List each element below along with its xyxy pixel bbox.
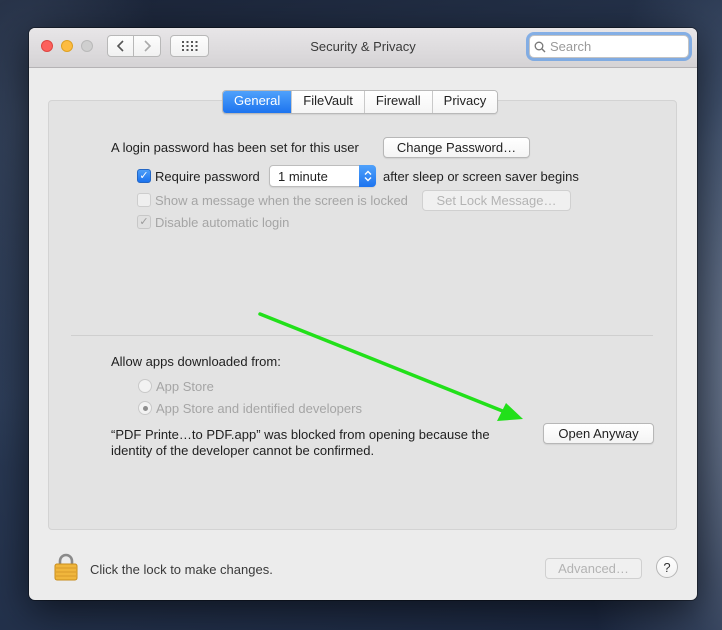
search-icon bbox=[534, 41, 546, 52]
show-message-checkbox[interactable] bbox=[137, 193, 151, 207]
show-message-label: Show a message when the screen is locked bbox=[155, 193, 408, 208]
tab-bar: General FileVault Firewall Privacy bbox=[222, 90, 499, 114]
search-field[interactable] bbox=[529, 35, 689, 58]
disable-auto-login-label: Disable automatic login bbox=[155, 215, 290, 230]
require-password-label: Require password bbox=[155, 169, 260, 184]
blocked-app-message-line1: “PDF Printe…to PDF.app” was blocked from… bbox=[111, 427, 490, 442]
interval-value: 1 minute bbox=[278, 169, 328, 184]
after-sleep-text: after sleep or screen saver begins bbox=[383, 169, 579, 184]
set-lock-message-button[interactable]: Set Lock Message… bbox=[422, 190, 571, 211]
lock-button[interactable] bbox=[54, 553, 78, 584]
allow-apps-heading: Allow apps downloaded from: bbox=[111, 354, 281, 369]
tab-privacy[interactable]: Privacy bbox=[431, 91, 498, 113]
preferences-window: Security & Privacy General FileVault Fir… bbox=[29, 28, 697, 600]
change-password-button[interactable]: Change Password… bbox=[383, 137, 530, 158]
advanced-button[interactable]: Advanced… bbox=[545, 558, 642, 579]
section-divider bbox=[71, 335, 653, 336]
radio-selected-dot bbox=[142, 405, 148, 411]
tab-filevault[interactable]: FileVault bbox=[291, 91, 364, 113]
title-bar: Security & Privacy bbox=[29, 28, 697, 68]
open-anyway-button[interactable]: Open Anyway bbox=[543, 423, 654, 444]
disable-auto-login-checkbox[interactable]: ✓ bbox=[137, 215, 151, 229]
updown-chevron-icon bbox=[359, 165, 376, 187]
radio-app-store[interactable] bbox=[138, 379, 152, 393]
search-input[interactable] bbox=[548, 38, 682, 55]
radio-app-store-label: App Store bbox=[156, 379, 214, 394]
lock-hint-text: Click the lock to make changes. bbox=[90, 562, 273, 577]
tab-general[interactable]: General bbox=[223, 91, 292, 113]
radio-identified-developers-label: App Store and identified developers bbox=[156, 401, 362, 416]
radio-identified-developers[interactable] bbox=[138, 401, 152, 415]
tab-firewall[interactable]: Firewall bbox=[363, 91, 432, 113]
help-button[interactable]: ? bbox=[656, 556, 678, 578]
padlock-icon bbox=[54, 553, 78, 581]
require-password-interval-select[interactable]: 1 minute bbox=[269, 165, 376, 187]
require-password-checkbox[interactable]: ✓ bbox=[137, 169, 151, 183]
login-password-text: A login password has been set for this u… bbox=[111, 140, 359, 155]
help-icon: ? bbox=[663, 559, 671, 575]
blocked-app-message-line2: identity of the developer cannot be conf… bbox=[111, 443, 375, 458]
